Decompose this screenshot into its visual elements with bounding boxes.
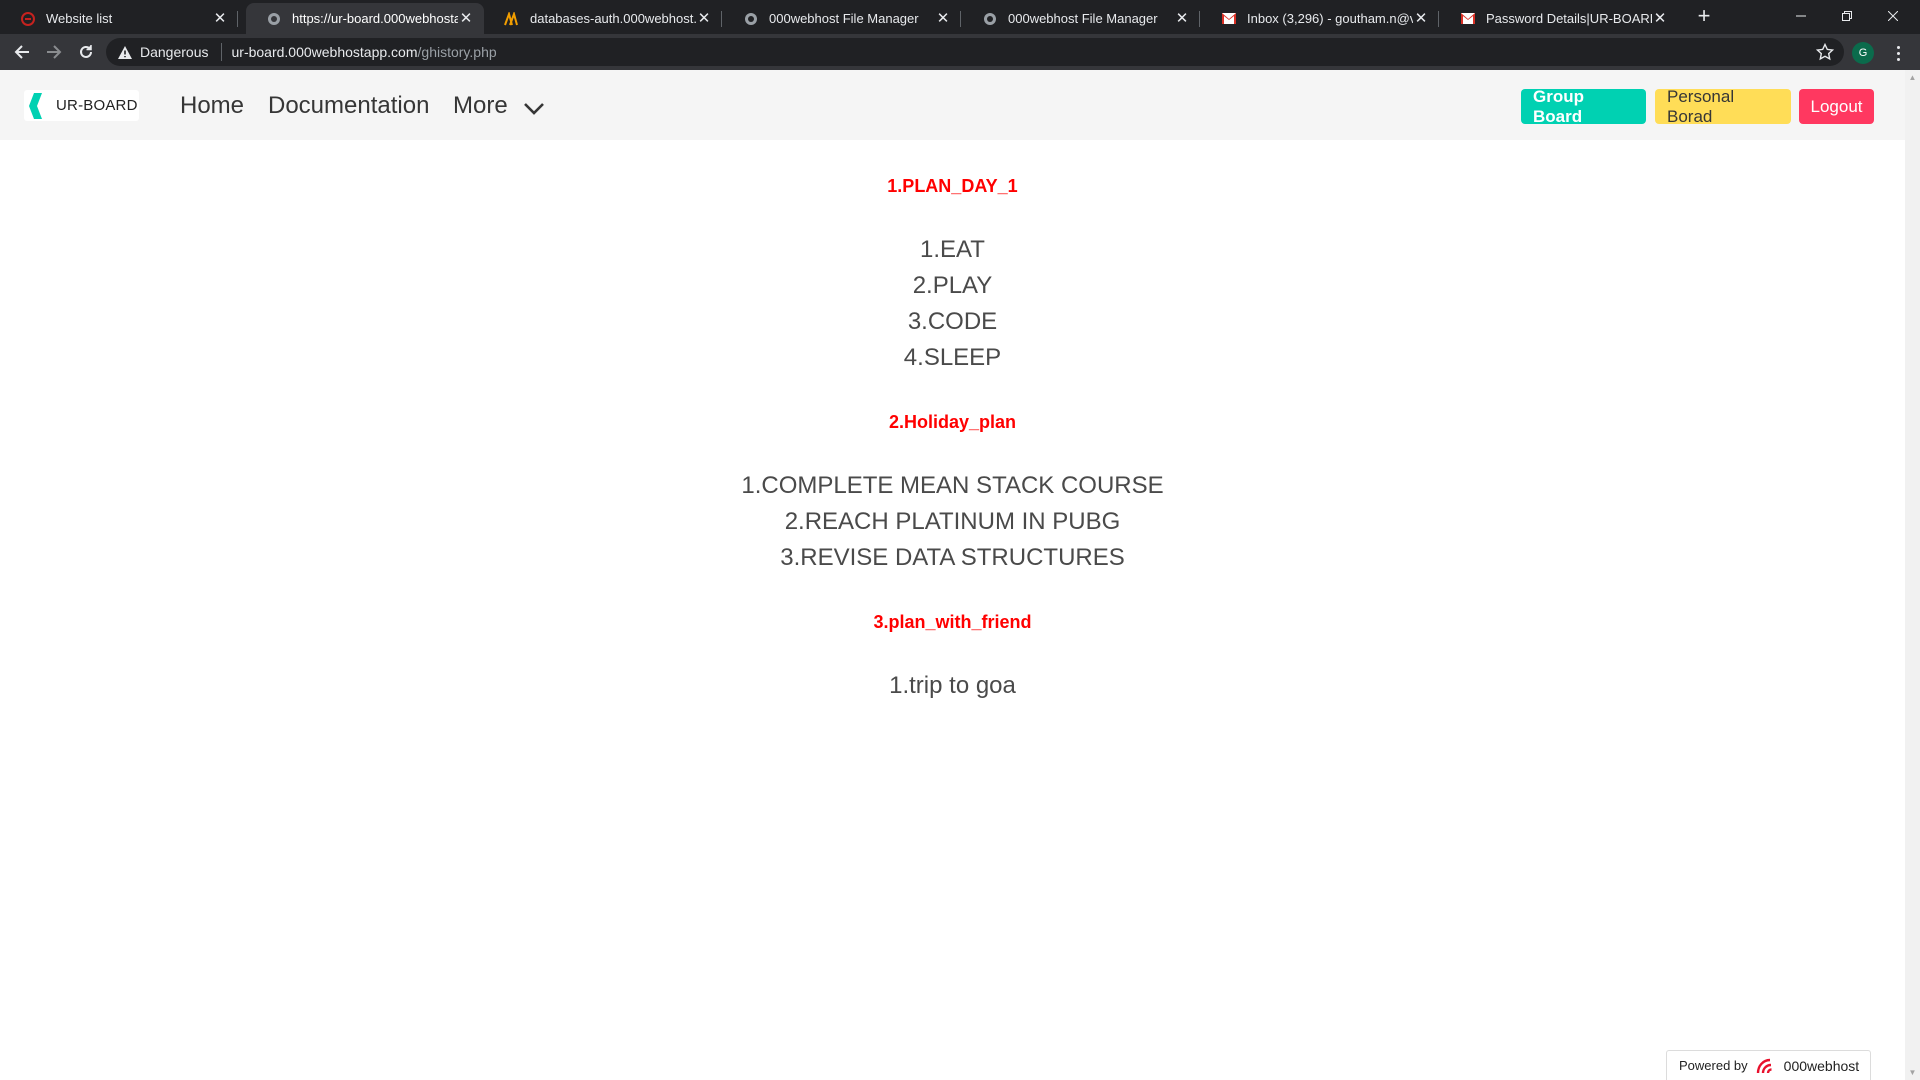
tab-separator bbox=[237, 11, 238, 27]
globe-icon bbox=[743, 11, 759, 27]
gmail-icon bbox=[1460, 11, 1476, 27]
globe-icon bbox=[266, 11, 282, 27]
plan-item: 3.CODE bbox=[907, 308, 998, 335]
logout-button[interactable]: Logout bbox=[1799, 89, 1874, 124]
warning-icon bbox=[118, 45, 132, 59]
tab-title: Inbox (3,296) - goutham.n@vitap bbox=[1247, 11, 1413, 26]
site-navbar: UR-BOARD Home Documentation More Group B… bbox=[0, 70, 1905, 140]
security-label: Dangerous bbox=[140, 44, 209, 60]
browser-toolbar: Dangerous ur-board.000webhostapp.com/ghi… bbox=[0, 34, 1920, 70]
plan-items: 1.trip to goa bbox=[0, 668, 1905, 704]
plan-section: 3.plan_with_friend 1.trip to goa bbox=[0, 610, 1905, 704]
scroll-down-icon[interactable]: ▼ bbox=[1908, 1068, 1917, 1077]
tab-title: Password Details|UR-BOARD - go bbox=[1486, 11, 1652, 26]
browser-tab[interactable]: Password Details|UR-BOARD - go ✕ bbox=[1440, 3, 1678, 34]
url-path: /ghistory.php bbox=[417, 44, 497, 60]
nav-home-link[interactable]: Home bbox=[180, 92, 244, 120]
new-tab-icon[interactable]: + bbox=[1692, 4, 1716, 28]
plan-heading: 3.plan_with_friend bbox=[873, 612, 1032, 632]
personal-board-button[interactable]: Personal Borad bbox=[1655, 87, 1791, 126]
browser-tab[interactable]: Website list ✕ bbox=[0, 3, 238, 34]
plan-heading: 2.Holiday_plan bbox=[888, 412, 1017, 432]
plan-history: 1.PLAN_DAY_1 1.EAT 2.PLAY 3.CODE 4.SLEEP… bbox=[0, 140, 1905, 704]
minimize-icon[interactable] bbox=[1778, 0, 1824, 32]
close-icon[interactable]: ✕ bbox=[1413, 10, 1429, 27]
tab-title: https://ur-board.000webhostapp.com bbox=[292, 11, 458, 26]
close-icon[interactable]: ✕ bbox=[458, 10, 474, 27]
browser-tab[interactable]: databases-auth.000webhost.com ✕ bbox=[484, 3, 722, 34]
browser-tab[interactable]: Inbox (3,296) - goutham.n@vitap ✕ bbox=[1201, 3, 1439, 34]
webhost-favicon-icon bbox=[504, 11, 520, 27]
security-indicator[interactable]: Dangerous bbox=[118, 44, 209, 60]
page-viewport: UR-BOARD Home Documentation More Group B… bbox=[0, 70, 1905, 1080]
red-circle-favicon-icon bbox=[20, 11, 36, 27]
tab-separator bbox=[721, 11, 722, 27]
url-host: ur-board.000webhostapp.com bbox=[231, 44, 418, 60]
browser-menu-icon[interactable] bbox=[1888, 42, 1908, 64]
tab-separator bbox=[1199, 11, 1200, 27]
close-icon[interactable]: ✕ bbox=[696, 10, 712, 27]
reload-icon[interactable] bbox=[74, 40, 98, 64]
plan-item: 4.SLEEP bbox=[903, 344, 1002, 371]
brand-mark-icon bbox=[29, 92, 42, 119]
powered-by-badge[interactable]: Powered by 000webhost bbox=[1666, 1050, 1871, 1080]
plan-item: 1.trip to goa bbox=[889, 672, 1016, 699]
close-icon[interactable]: ✕ bbox=[1174, 10, 1190, 27]
plan-item: 1.COMPLETE MEAN STACK COURSE bbox=[741, 472, 1164, 499]
tab-title: 000webhost File Manager bbox=[1008, 11, 1158, 26]
group-board-button[interactable]: Group Board bbox=[1521, 87, 1646, 126]
browser-tab[interactable]: 000webhost File Manager ✕ bbox=[723, 3, 961, 34]
plan-heading: 1.PLAN_DAY_1 bbox=[887, 176, 1018, 196]
chevron-down-icon[interactable] bbox=[523, 102, 545, 116]
forward-icon[interactable] bbox=[42, 40, 66, 64]
webhost-logo-icon bbox=[1756, 1058, 1772, 1073]
nav-more-dropdown[interactable]: More bbox=[453, 92, 508, 120]
plan-section: 2.Holiday_plan 1.COMPLETE MEAN STACK COU… bbox=[0, 410, 1905, 576]
close-icon[interactable]: ✕ bbox=[212, 10, 228, 27]
close-icon[interactable]: ✕ bbox=[935, 10, 951, 27]
tab-separator bbox=[960, 11, 961, 27]
restore-icon[interactable] bbox=[1824, 0, 1870, 32]
webhost-brand-name: 000webhost bbox=[1783, 1057, 1860, 1074]
plan-items: 1.COMPLETE MEAN STACK COURSE 2.REACH PLA… bbox=[0, 468, 1905, 576]
brand-name: UR-BOARD bbox=[56, 97, 138, 114]
profile-avatar[interactable]: G bbox=[1852, 42, 1874, 64]
back-icon[interactable] bbox=[10, 40, 34, 64]
browser-tab-active[interactable]: https://ur-board.000webhostapp.com ✕ bbox=[246, 3, 484, 34]
plan-items: 1.EAT 2.PLAY 3.CODE 4.SLEEP bbox=[0, 232, 1905, 376]
address-divider bbox=[220, 43, 222, 61]
globe-icon bbox=[982, 11, 998, 27]
bookmark-star-icon[interactable] bbox=[1816, 43, 1834, 61]
plan-section: 1.PLAN_DAY_1 1.EAT 2.PLAY 3.CODE 4.SLEEP bbox=[0, 174, 1905, 376]
close-icon[interactable]: ✕ bbox=[1652, 10, 1668, 27]
tab-title: databases-auth.000webhost.com bbox=[530, 11, 696, 26]
gmail-icon bbox=[1221, 11, 1237, 27]
plan-item: 1.EAT bbox=[920, 236, 985, 263]
tab-separator bbox=[1438, 11, 1439, 27]
tab-title: Website list bbox=[46, 11, 113, 26]
plan-item: 3.REVISE DATA STRUCTURES bbox=[780, 544, 1125, 571]
plan-item: 2.REACH PLATINUM IN PUBG bbox=[784, 508, 1121, 535]
plan-item: 2.PLAY bbox=[912, 272, 993, 299]
address-bar[interactable]: Dangerous ur-board.000webhostapp.com/ghi… bbox=[106, 38, 1844, 66]
page-scrollbar[interactable]: ▲ ▼ bbox=[1905, 70, 1920, 1080]
browser-tab[interactable]: 000webhost File Manager ✕ bbox=[962, 3, 1200, 34]
window-close-icon[interactable] bbox=[1870, 0, 1916, 32]
brand-logo[interactable]: UR-BOARD bbox=[24, 90, 139, 121]
powered-by-label: Powered by bbox=[1679, 1058, 1748, 1073]
browser-tab-strip: Website list ✕ https://ur-board.000webho… bbox=[0, 0, 1920, 34]
tab-title: 000webhost File Manager bbox=[769, 11, 919, 26]
scroll-up-icon[interactable]: ▲ bbox=[1908, 73, 1917, 82]
nav-documentation-link[interactable]: Documentation bbox=[268, 92, 429, 120]
